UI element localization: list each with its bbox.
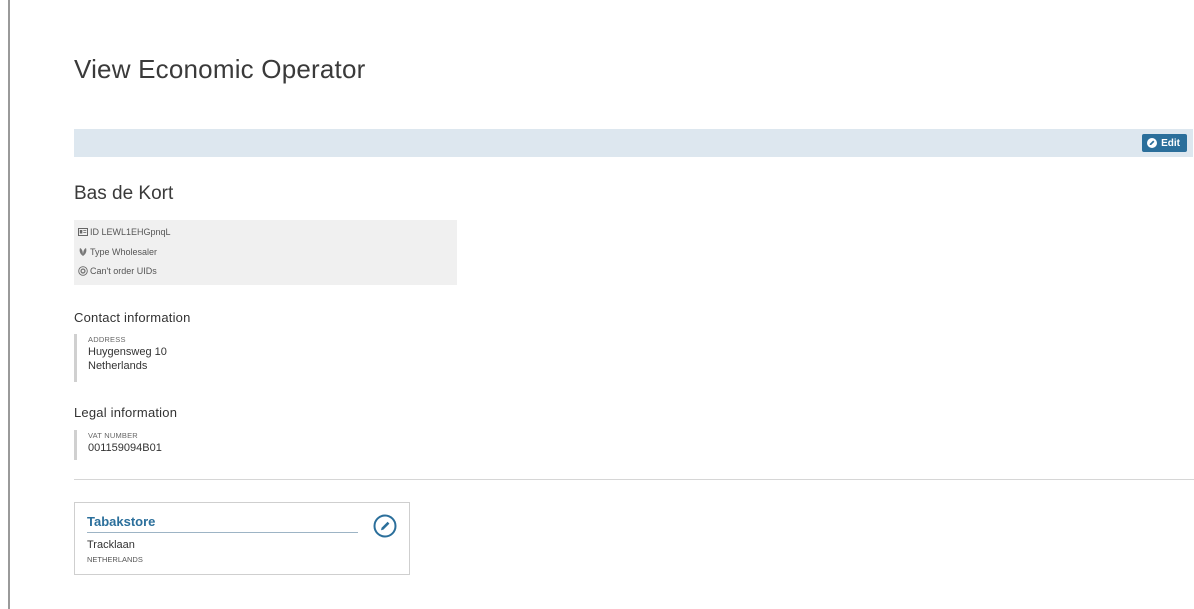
operator-name: Bas de Kort: [74, 183, 174, 204]
operator-id-text: ID LEWL1EHGpnqL: [90, 227, 171, 237]
id-card-icon: [78, 227, 88, 237]
section-divider: [74, 479, 1194, 480]
edit-button[interactable]: Edit: [1142, 134, 1187, 152]
page-title: View Economic Operator: [74, 54, 366, 84]
operator-id-row: ID LEWL1EHGpnqL: [78, 226, 453, 246]
action-toolbar: Edit: [74, 129, 1193, 157]
address-line-1: Huygensweg 10: [88, 346, 167, 358]
operator-meta-box: ID LEWL1EHGpnqL Type Wholesaler Can't or…: [74, 220, 457, 285]
legal-heading: Legal information: [74, 405, 178, 420]
pencil-circle-icon[interactable]: [373, 514, 397, 538]
edit-icon: [1147, 138, 1158, 148]
facility-name-underline: [87, 532, 358, 533]
left-border: [8, 0, 10, 609]
address-block: ADDRESS Huygensweg 10 Netherlands: [74, 334, 167, 382]
facility-name-link[interactable]: Tabakstore: [87, 514, 155, 529]
operator-uid-row: Can't order UIDs: [78, 265, 453, 285]
facility-card: Tabakstore Tracklaan NETHERLANDS: [74, 502, 410, 575]
cancel-circle-icon: [78, 266, 88, 276]
operator-uid-text: Can't order UIDs: [90, 266, 157, 276]
vat-value: 001159094B01: [88, 442, 162, 454]
operator-type-text: Type Wholesaler: [90, 246, 158, 257]
address-line-2: Netherlands: [88, 360, 148, 372]
edit-button-label: Edit: [1161, 137, 1180, 149]
address-label: ADDRESS: [88, 335, 126, 344]
facility-country: NETHERLANDS: [87, 555, 143, 564]
facility-street: Tracklaan: [87, 539, 135, 551]
vat-block: VAT NUMBER 001159094B01: [74, 430, 162, 460]
leaf-icon: [78, 247, 88, 257]
contact-heading: Contact information: [74, 310, 191, 325]
vat-label: VAT NUMBER: [88, 431, 138, 440]
operator-type-row: Type Wholesaler: [78, 246, 453, 266]
